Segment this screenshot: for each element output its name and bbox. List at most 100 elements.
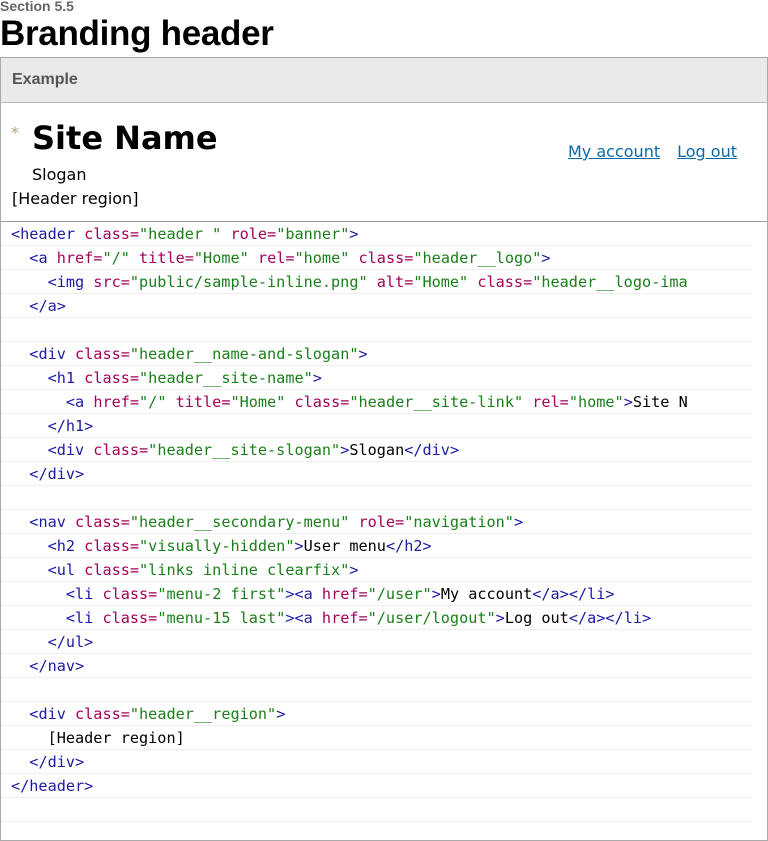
code-token: class= <box>75 513 130 531</box>
code-token: class= <box>84 537 140 555</box>
code-token: User menu <box>303 537 386 555</box>
code-token: <img <box>47 273 94 291</box>
code-token: class= <box>75 705 130 723</box>
code-token: "/user" <box>367 585 432 603</box>
code-token: href= <box>93 393 140 411</box>
code-token: "Home" <box>193 249 249 267</box>
code-token: <ul <box>47 561 85 579</box>
logo-icon[interactable]: * <box>11 123 19 142</box>
code-token: [Header region] <box>11 729 185 747</box>
code-token: <div <box>29 345 76 363</box>
code-line: </div> <box>1 750 753 774</box>
code-line: <a href="/" title="Home" class="header__… <box>1 390 753 414</box>
site-name-link[interactable]: Site Name <box>32 117 218 159</box>
code-token: "menu-15 last" <box>157 609 286 627</box>
code-token: class= <box>84 561 140 579</box>
code-token: "home" <box>568 393 624 411</box>
code-token: "Home" <box>413 273 469 291</box>
example-box: Example * Site Name Slogan [Header regio… <box>0 57 768 841</box>
code-token: <div <box>29 705 76 723</box>
code-token: "menu-2 first" <box>157 585 286 603</box>
code-token: class= <box>349 249 414 267</box>
code-token: "header__name-and-slogan" <box>129 345 359 363</box>
secondary-menu: My account Log out <box>568 141 754 163</box>
code-line: </a> <box>1 294 753 318</box>
code-token: > <box>623 393 633 411</box>
code-token: href= <box>321 609 368 627</box>
log-out-link[interactable]: Log out <box>677 142 737 161</box>
code-line: <nav class="header__secondary-menu" role… <box>1 510 753 534</box>
code-line <box>1 798 753 822</box>
code-token: > <box>294 537 304 555</box>
code-token: "header__region" <box>129 705 277 723</box>
code-token: role= <box>221 225 277 243</box>
code-token: > <box>541 249 551 267</box>
code-line: </nav> <box>1 654 753 678</box>
code-line: </ul> <box>1 630 753 654</box>
code-line: <div class="header__site-slogan">Slogan<… <box>1 438 753 462</box>
code-token: Slogan <box>349 441 405 459</box>
code-line: <header class="header " role="banner"> <box>1 222 753 246</box>
code-token: <header <box>11 225 85 243</box>
my-account-link[interactable]: My account <box>568 142 660 161</box>
code-token: class= <box>102 609 158 627</box>
code-line: <h1 class="header__site-name"> <box>1 366 753 390</box>
code-token: <h2 <box>47 537 85 555</box>
code-token: > <box>431 585 441 603</box>
code-token: > <box>312 369 322 387</box>
code-token: <h1 <box>47 369 85 387</box>
code-token: ><a <box>285 609 322 627</box>
code-token: "header__site-slogan" <box>148 441 341 459</box>
code-token: "header " <box>139 225 222 243</box>
code-token: "navigation" <box>404 513 514 531</box>
code-token: My account <box>440 585 533 603</box>
code-token: <div <box>47 441 94 459</box>
code-token: src= <box>93 273 130 291</box>
code-line: <div class="header__name-and-slogan"> <box>1 342 753 366</box>
code-token: rel= <box>523 393 569 411</box>
code-token: > <box>349 225 359 243</box>
code-token: </h1> <box>47 417 94 435</box>
code-token: "/user/logout" <box>367 609 496 627</box>
code-token: > <box>349 561 359 579</box>
code-token: > <box>513 513 524 531</box>
code-line: <li class="menu-2 first"><a href="/user"… <box>1 582 753 606</box>
code-token: </a></li> <box>532 585 615 603</box>
code-token: href= <box>321 585 368 603</box>
code-token: ><a <box>285 585 322 603</box>
code-token: "/" <box>102 249 130 267</box>
code-token: class= <box>84 225 140 243</box>
demo-preview: * Site Name Slogan [Header region] My ac… <box>1 103 767 222</box>
code-line: </h1> <box>1 414 753 438</box>
code-token: "links inline clearfix" <box>139 561 350 579</box>
code-token: <a <box>65 393 94 411</box>
code-sample: <header class="header " role="banner"> <… <box>1 222 753 822</box>
code-token: </div> <box>29 465 85 483</box>
code-token: alt= <box>367 273 414 291</box>
code-token: "Home" <box>230 393 286 411</box>
code-token: Log out <box>504 609 569 627</box>
code-line <box>1 486 753 510</box>
code-token: </a> <box>29 297 66 315</box>
code-token: </div> <box>404 441 460 459</box>
site-slogan: Slogan <box>32 165 87 184</box>
code-token: </header> <box>11 777 94 795</box>
code-token: "public/sample-inline.png" <box>129 273 368 291</box>
header-region: [Header region] <box>12 189 139 208</box>
code-token: Site N <box>632 393 688 411</box>
code-token: > <box>340 441 350 459</box>
